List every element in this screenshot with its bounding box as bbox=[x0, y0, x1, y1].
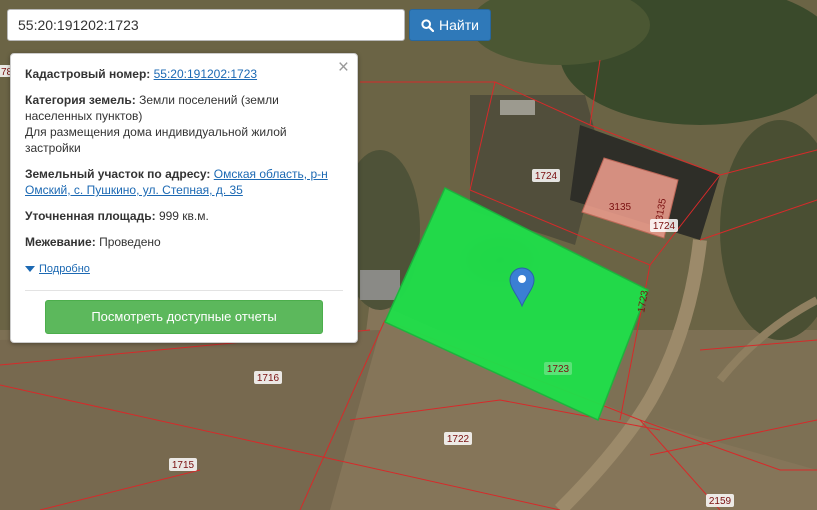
area-label: Уточненная площадь: bbox=[25, 209, 156, 223]
plot-label-1722: 1722 bbox=[444, 432, 472, 445]
area-row: Уточненная площадь: 999 кв.м. bbox=[25, 208, 343, 224]
search-button[interactable]: Найти bbox=[409, 9, 491, 41]
address-row: Земельный участок по адресу: Омская обла… bbox=[25, 166, 343, 198]
land-category-row: Категория земель: Земли поселений (земли… bbox=[25, 92, 343, 156]
cadastral-number-label: Кадастровый номер: bbox=[25, 67, 151, 81]
view-reports-button[interactable]: Посмотреть доступные отчеты bbox=[45, 300, 323, 334]
parcel-info-panel: × Кадастровый номер: 55:20:191202:1723 К… bbox=[10, 53, 358, 343]
plot-label-2159: 2159 bbox=[706, 494, 734, 507]
address-label: Земельный участок по адресу: bbox=[25, 167, 211, 181]
cadastral-number-link[interactable]: 55:20:191202:1723 bbox=[154, 67, 257, 81]
cadastral-search-input[interactable] bbox=[7, 9, 405, 41]
svg-text:1724: 1724 bbox=[653, 221, 676, 232]
survey-value: Проведено bbox=[99, 235, 161, 249]
shed-top bbox=[500, 100, 535, 115]
search-icon bbox=[421, 18, 435, 32]
land-category-label: Категория земель: bbox=[25, 93, 136, 107]
svg-text:2159: 2159 bbox=[709, 496, 732, 507]
caret-down-icon bbox=[25, 266, 35, 272]
plot-label-1716: 1716 bbox=[254, 371, 282, 384]
plot-label-3135: 3135 bbox=[609, 202, 632, 213]
panel-divider bbox=[25, 290, 343, 291]
cadastral-number-row: Кадастровый номер: 55:20:191202:1723 bbox=[25, 66, 343, 82]
svg-text:1722: 1722 bbox=[447, 434, 470, 445]
survey-label: Межевание: bbox=[25, 235, 96, 249]
search-button-label: Найти bbox=[439, 17, 479, 33]
svg-text:3135: 3135 bbox=[609, 202, 632, 213]
area-value: 999 кв.м. bbox=[158, 209, 209, 223]
details-label: Подробно bbox=[39, 263, 90, 275]
plot-label-1724-top: 1724 bbox=[532, 169, 560, 182]
shed-left bbox=[360, 270, 400, 300]
svg-text:1724: 1724 bbox=[535, 171, 558, 182]
details-toggle[interactable]: Подробно bbox=[25, 261, 90, 277]
terrain-left-area bbox=[0, 330, 380, 510]
land-usage-value: Для размещения дома индивидуальной жилой… bbox=[25, 125, 287, 155]
svg-text:1723: 1723 bbox=[547, 364, 570, 375]
survey-row: Межевание: Проведено bbox=[25, 234, 343, 250]
close-icon[interactable]: × bbox=[338, 58, 349, 78]
plot-label-1724-right: 1724 bbox=[650, 219, 678, 232]
search-bar: Найти bbox=[7, 9, 491, 41]
plot-label-1715: 1715 bbox=[169, 458, 197, 471]
svg-text:1715: 1715 bbox=[172, 460, 195, 471]
plot-label-1723: 1723 bbox=[544, 362, 572, 375]
svg-text:1716: 1716 bbox=[257, 373, 280, 384]
